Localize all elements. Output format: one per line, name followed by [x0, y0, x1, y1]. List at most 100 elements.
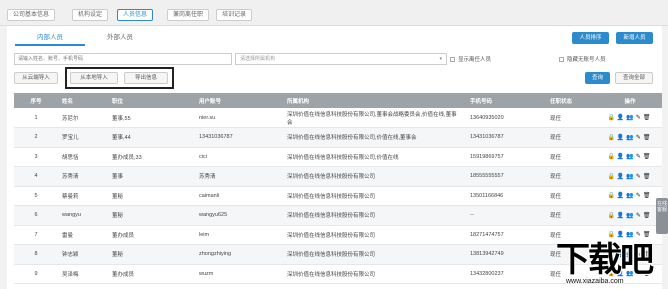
tab-concurrent-posts[interactable]: 兼岗离任职	[167, 9, 210, 21]
watermark-logo: 下载吧 www.xiazaiba.com	[556, 232, 668, 289]
checkbox-icon	[559, 57, 564, 62]
group-icon[interactable]: 👥	[626, 173, 633, 180]
cell-position: 董办成员	[108, 264, 195, 284]
delete-icon[interactable]: 🗑	[643, 134, 651, 141]
search-all-button[interactable]: 查询全部	[615, 72, 653, 84]
cell-account: wangyu625	[195, 205, 283, 226]
cell-index: 8	[14, 244, 58, 265]
group-icon[interactable]: 👥	[626, 212, 633, 219]
lock-icon[interactable]: 🔒	[607, 173, 614, 180]
group-icon[interactable]: 👥	[626, 192, 633, 199]
cell-account: leim	[195, 225, 283, 245]
cell-actions: 🔒 👤 👥 ✎ 🗑	[598, 108, 662, 128]
tab-company-info[interactable]: 公司基本信息	[7, 9, 56, 21]
edit-icon[interactable]: ✎	[636, 134, 641, 141]
delete-icon[interactable]: 🗑	[643, 173, 651, 180]
user-icon[interactable]: 👤	[617, 134, 624, 141]
tab-personnel[interactable]: 人员信息	[117, 9, 154, 21]
cell-name: 罗宝儿	[58, 127, 108, 148]
sort-personnel-button[interactable]: 人员排序	[572, 32, 609, 44]
cell-status: 现任	[546, 205, 598, 226]
top-nav: 公司基本信息 机构设定 人员信息 兼岗离任职 培训记录	[0, 0, 668, 26]
header-organization: 所属机构	[283, 93, 466, 108]
cell-account: caimanli	[195, 186, 283, 206]
delete-icon[interactable]: 🗑	[643, 114, 651, 121]
cell-index: 1	[14, 108, 58, 128]
cell-phone: 13640935020	[466, 108, 546, 128]
keyword-search-input[interactable]	[14, 53, 232, 65]
table-row[interactable]: 5 蔡曼莉 董秘 caimanli 深圳价值在线信息科技股份有限公司 1350116684…	[14, 186, 662, 206]
table-row[interactable]: 4 苏秀清 董事 苏秀清 深圳价值在线信息科技股份有限公司 18555555557 现任 🔒 👤…	[14, 166, 662, 187]
cell-name: 钟志颖	[58, 244, 108, 265]
org-select[interactable]: 请选择所属机构 ▾	[235, 53, 447, 65]
subtab-internal[interactable]: 内部人员	[15, 32, 85, 46]
table-row[interactable]: 1 苏尼尔 董事,55 nier.su 深圳价值在线信息科技股份有限公司,董事会战略委员…	[14, 108, 662, 128]
tab-org-setup[interactable]: 机构设定	[72, 9, 109, 21]
cell-status: 现任	[546, 147, 598, 167]
cell-index: 3	[14, 147, 58, 167]
delete-icon[interactable]: 🗑	[643, 212, 651, 219]
lock-icon[interactable]: 🔒	[607, 134, 614, 141]
cell-actions: 🔒 👤 👥 ✎ 🗑	[598, 166, 662, 187]
cell-name: 苏尼尔	[58, 108, 108, 128]
edit-icon[interactable]: ✎	[636, 212, 641, 219]
cell-position: 董秘	[108, 205, 195, 226]
edit-icon[interactable]: ✎	[636, 114, 641, 121]
cell-position: 董事	[108, 166, 195, 187]
group-icon[interactable]: 👥	[626, 134, 633, 141]
cell-index: 5	[14, 186, 58, 206]
edit-icon[interactable]: ✎	[636, 173, 641, 180]
show-resigned-label: 显示离任人员	[458, 57, 492, 63]
edit-icon[interactable]: ✎	[636, 153, 641, 160]
cell-phone: 13431036787	[466, 127, 546, 148]
add-personnel-button[interactable]: 新增人员	[616, 32, 653, 44]
cell-phone: 13501166846	[466, 186, 546, 206]
lock-icon[interactable]: 🔒	[607, 153, 614, 160]
lock-icon[interactable]: 🔒	[607, 212, 614, 219]
cell-actions: 🔒 👤 👥 ✎ 🗑	[598, 186, 662, 206]
cell-organization: 深圳价值在线信息科技股份有限公司	[283, 225, 466, 245]
cell-index: 7	[14, 225, 58, 245]
table-row[interactable]: 3 胡思恬 董办成员,33 cici 深圳价值在线信息科技股份有限公司,价值在线 1591…	[14, 147, 662, 167]
table-row[interactable]: 2 罗宝儿 董事,44 13431036787 深圳价值在线信息科技股份有限公司,价值在…	[14, 127, 662, 148]
user-icon[interactable]: 👤	[617, 153, 624, 160]
group-icon[interactable]: 👥	[626, 153, 633, 160]
watermark-url: www.xiazaiba.com	[566, 278, 624, 285]
hide-no-account-label: 隐藏无账号人员	[567, 57, 606, 63]
table-row[interactable]: 6 wangyu 董秘 wangyu625 深圳价值在线信息科技股份有限公司 -- 现任 🔒 👤…	[14, 205, 662, 226]
hide-no-account-checkbox[interactable]: 隐藏无账号人员	[559, 55, 606, 63]
group-icon[interactable]: 👥	[626, 114, 633, 121]
cell-position: 董事,55	[108, 108, 195, 128]
cell-name: 苏秀清	[58, 166, 108, 187]
tab-training[interactable]: 培训记录	[216, 9, 253, 21]
user-icon[interactable]: 👤	[617, 192, 624, 199]
header-account: 用户账号	[195, 93, 283, 108]
cell-status: 现任	[546, 166, 598, 187]
user-icon[interactable]: 👤	[617, 114, 624, 121]
delete-icon[interactable]: 🗑	[643, 153, 651, 160]
cell-phone: 13432800237	[466, 264, 546, 284]
lock-icon[interactable]: 🔒	[607, 192, 614, 199]
cell-phone: 15919869757	[466, 147, 546, 167]
cell-organization: 深圳价值在线信息科技股份有限公司	[283, 264, 466, 284]
lock-icon[interactable]: 🔒	[607, 114, 614, 121]
cell-index: 9	[14, 264, 58, 284]
cell-organization: 深圳价值在线信息科技股份有限公司,价值在线	[283, 147, 466, 167]
user-icon[interactable]: 👤	[617, 212, 624, 219]
delete-icon[interactable]: 🗑	[643, 192, 651, 199]
import-buttons-highlight	[65, 67, 174, 89]
subtab-external[interactable]: 外部人员	[85, 32, 155, 46]
user-icon[interactable]: 👤	[617, 173, 624, 180]
cell-name: 雷曼	[58, 225, 108, 245]
cell-position: 董办成员	[108, 225, 195, 245]
cell-phone: 13813942749	[466, 244, 546, 265]
edit-icon[interactable]: ✎	[636, 192, 641, 199]
cell-phone: 18555555557	[466, 166, 546, 187]
import-from-cloud-button[interactable]: 从云端导入	[14, 72, 58, 84]
chevron-down-icon: ▾	[439, 56, 442, 62]
search-button[interactable]: 查询	[585, 72, 610, 84]
cell-position: 董办成员,33	[108, 147, 195, 167]
watermark-text: 下载吧	[556, 241, 654, 279]
show-resigned-checkbox[interactable]: 显示离任人员	[450, 55, 491, 63]
online-service-tab[interactable]: 在线客服	[656, 198, 668, 234]
